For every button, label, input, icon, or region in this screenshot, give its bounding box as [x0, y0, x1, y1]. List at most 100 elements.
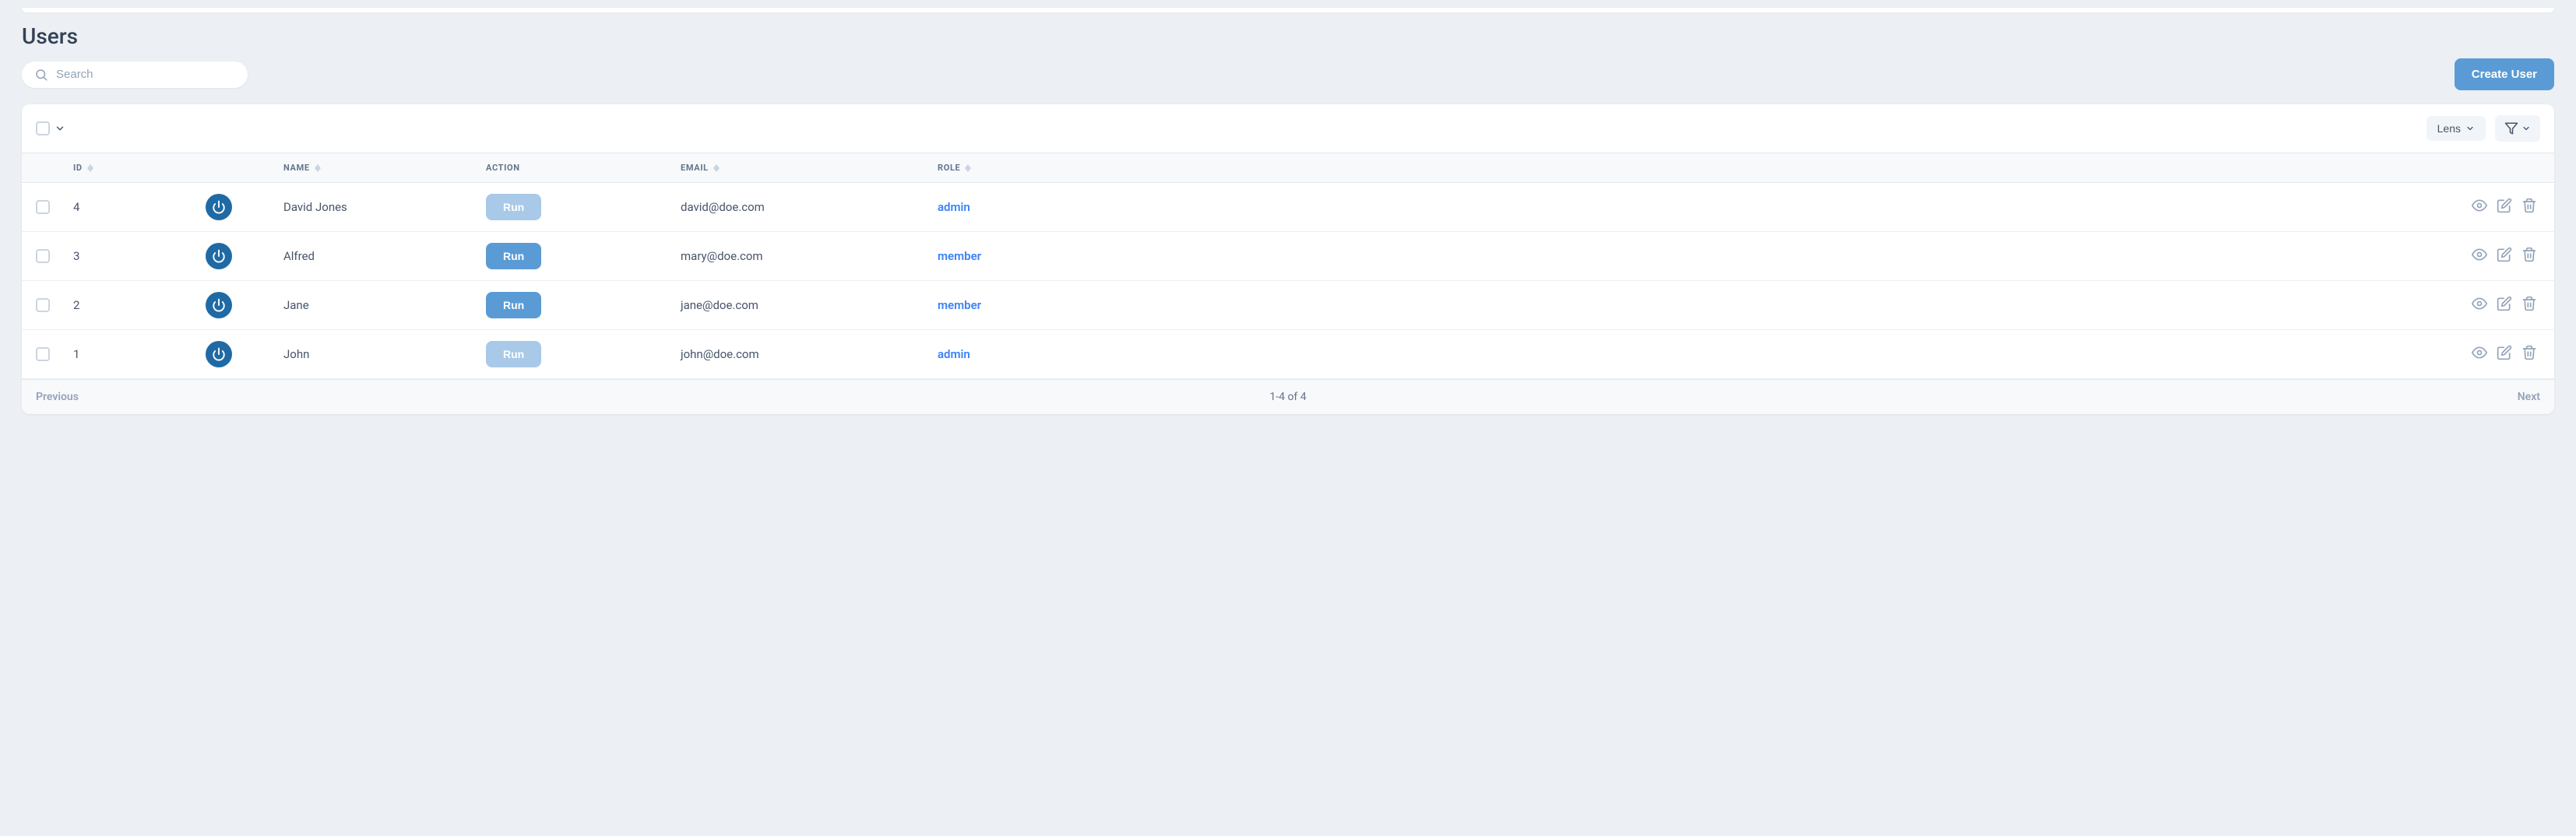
- view-button[interactable]: [2472, 296, 2487, 314]
- table-footer: Previous 1-4 of 4 Next: [22, 379, 2554, 414]
- run-button[interactable]: Run: [486, 243, 541, 269]
- eye-icon: [2472, 296, 2487, 311]
- delete-button[interactable]: [2521, 247, 2537, 265]
- table-row: 4 David Jones Run david@doe.com admin: [22, 183, 2554, 232]
- edit-icon: [2497, 198, 2512, 213]
- edit-button[interactable]: [2497, 247, 2512, 265]
- cell-role[interactable]: admin: [938, 347, 970, 361]
- avatar: [206, 194, 232, 220]
- chevron-down-icon: [2521, 124, 2531, 133]
- trash-icon: [2521, 247, 2537, 262]
- row-checkbox[interactable]: [36, 298, 50, 312]
- th-id-label: ID: [73, 163, 83, 173]
- cell-name: John: [283, 347, 309, 361]
- avatar: [206, 341, 232, 367]
- edit-button[interactable]: [2497, 345, 2512, 364]
- lens-button-label: Lens: [2437, 122, 2461, 135]
- th-name[interactable]: NAME: [276, 153, 478, 183]
- cell-email: david@doe.com: [681, 200, 765, 214]
- th-action-label: ACTION: [486, 163, 520, 173]
- panel-top-edge: [22, 8, 2554, 12]
- th-name-label: NAME: [283, 163, 310, 173]
- th-email[interactable]: EMAIL: [673, 153, 930, 183]
- table-row: 3 Alfred Run mary@doe.com member: [22, 232, 2554, 281]
- search-input[interactable]: [56, 68, 235, 81]
- power-icon: [212, 200, 226, 214]
- chevron-down-icon: [2465, 124, 2475, 133]
- cell-role[interactable]: admin: [938, 200, 970, 214]
- eye-icon: [2472, 247, 2487, 262]
- cell-role[interactable]: member: [938, 298, 981, 312]
- cell-role[interactable]: member: [938, 249, 981, 263]
- search-icon: [34, 68, 48, 82]
- select-all-checkbox[interactable]: [36, 121, 50, 135]
- cell-name: Jane: [283, 298, 309, 312]
- th-role[interactable]: ROLE: [930, 153, 1086, 183]
- trash-icon: [2521, 198, 2537, 213]
- cell-id: 4: [73, 200, 79, 214]
- trash-icon: [2521, 296, 2537, 311]
- eye-icon: [2472, 345, 2487, 360]
- filter-icon: [2504, 121, 2518, 135]
- th-email-label: EMAIL: [681, 163, 709, 173]
- sort-icon: [713, 164, 720, 172]
- delete-button[interactable]: [2521, 345, 2537, 364]
- filter-button[interactable]: [2495, 115, 2540, 142]
- page-title: Users: [22, 23, 2554, 49]
- cell-email: jane@doe.com: [681, 298, 758, 312]
- sort-icon: [965, 164, 971, 172]
- users-table-card: Lens ID: [22, 104, 2554, 414]
- cell-email: john@doe.com: [681, 347, 759, 361]
- power-icon: [212, 298, 226, 312]
- users-table: ID NAME: [22, 153, 2554, 379]
- run-button[interactable]: Run: [486, 341, 541, 367]
- edit-button[interactable]: [2497, 198, 2512, 216]
- table-toolbar: Lens: [22, 104, 2554, 153]
- chevron-down-icon: [55, 123, 65, 134]
- table-row: 2 Jane Run jane@doe.com member: [22, 281, 2554, 330]
- sort-icon: [87, 164, 93, 172]
- trash-icon: [2521, 345, 2537, 360]
- view-button[interactable]: [2472, 198, 2487, 216]
- view-button[interactable]: [2472, 345, 2487, 364]
- avatar: [206, 292, 232, 318]
- th-id[interactable]: ID: [65, 153, 198, 183]
- sort-icon: [315, 164, 321, 172]
- view-button[interactable]: [2472, 247, 2487, 265]
- th-role-label: ROLE: [938, 163, 960, 173]
- delete-button[interactable]: [2521, 296, 2537, 314]
- cell-id: 3: [73, 249, 79, 263]
- cell-name: Alfred: [283, 249, 315, 263]
- edit-icon: [2497, 345, 2512, 360]
- th-checkbox: [22, 153, 65, 183]
- previous-button[interactable]: Previous: [36, 391, 79, 403]
- row-checkbox[interactable]: [36, 347, 50, 361]
- table-header-row: ID NAME: [22, 153, 2554, 183]
- edit-icon: [2497, 296, 2512, 311]
- cell-id: 1: [73, 347, 79, 361]
- th-avatar: [198, 153, 276, 183]
- lens-button[interactable]: Lens: [2426, 116, 2486, 141]
- run-button[interactable]: Run: [486, 194, 541, 220]
- pagination-range: 1-4 of 4: [1269, 391, 1306, 403]
- next-button[interactable]: Next: [2518, 391, 2540, 403]
- row-checkbox[interactable]: [36, 200, 50, 214]
- eye-icon: [2472, 198, 2487, 213]
- table-row: 1 John Run john@doe.com admin: [22, 330, 2554, 379]
- select-menu-chevron[interactable]: [55, 123, 65, 134]
- edit-button[interactable]: [2497, 296, 2512, 314]
- delete-button[interactable]: [2521, 198, 2537, 216]
- cell-id: 2: [73, 298, 79, 312]
- cell-name: David Jones: [283, 200, 347, 214]
- header-row: Create User: [22, 58, 2554, 90]
- create-user-button[interactable]: Create User: [2455, 58, 2554, 90]
- search-field[interactable]: [22, 61, 248, 88]
- edit-icon: [2497, 247, 2512, 262]
- run-button[interactable]: Run: [486, 292, 541, 318]
- row-checkbox[interactable]: [36, 249, 50, 263]
- cell-email: mary@doe.com: [681, 249, 763, 263]
- th-ops: [1086, 153, 2554, 183]
- th-action: ACTION: [478, 153, 673, 183]
- avatar: [206, 243, 232, 269]
- power-icon: [212, 249, 226, 263]
